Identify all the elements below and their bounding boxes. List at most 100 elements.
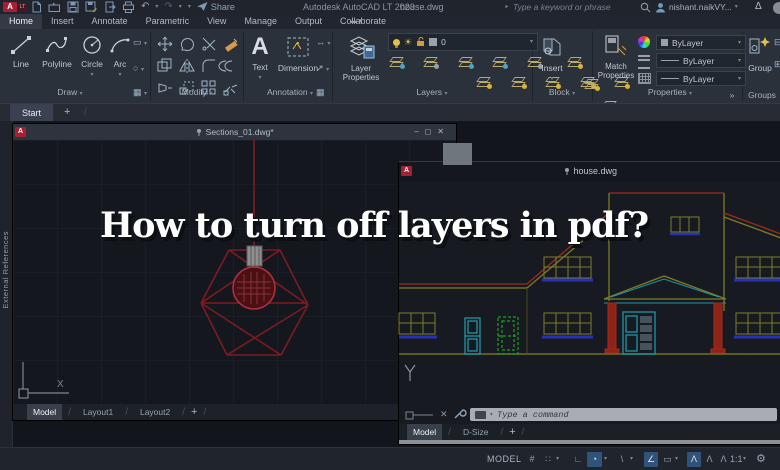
linetype-dropdown[interactable]: ByLayer ▾ (656, 71, 746, 86)
export-icon[interactable] (104, 1, 116, 13)
modify-panel-label[interactable]: Modify ▾ (165, 87, 229, 100)
layer-isolate-tool[interactable] (423, 56, 440, 69)
user-account[interactable]: nishant.naikVY... ▾ (655, 1, 738, 13)
copy-tool-icon[interactable] (157, 58, 173, 74)
tab-view[interactable]: View (198, 14, 235, 29)
new-drawing-tab-button[interactable]: + (64, 106, 70, 118)
redo-button[interactable]: ↷ (164, 1, 172, 13)
erase-tool-icon[interactable] (223, 36, 239, 52)
customize-wrench-icon[interactable] (453, 409, 467, 420)
house-model-tab[interactable]: Model (407, 424, 443, 440)
arc-tool[interactable]: Arc ▾ (108, 35, 132, 81)
pin-icon[interactable] (195, 128, 203, 136)
autodesk-mark-icon[interactable]: Δ (755, 1, 762, 12)
leader-tool[interactable]: ↗ ▾ (316, 63, 329, 76)
layer-thaw-icon[interactable]: ☀ (404, 37, 412, 48)
mirror-tool-icon[interactable] (179, 58, 195, 74)
redo-dropdown-icon[interactable]: ▾ (179, 1, 182, 13)
qat-customize-icon[interactable]: ▾ (188, 1, 191, 13)
isometric-drafting-icon[interactable]: \ (616, 452, 628, 467)
horizontal-scrollbar[interactable] (399, 440, 780, 444)
groups-panel-label[interactable]: Groups (744, 90, 780, 100)
circle-flyout-icon[interactable]: ▾ (78, 69, 106, 81)
tab-output[interactable]: Output (286, 14, 331, 29)
block-panel-label[interactable]: Block ▾ (532, 87, 592, 100)
layer-freeze-tool[interactable] (458, 56, 474, 69)
annotation-visibility-icon[interactable]: Λ (687, 452, 701, 467)
polar-dropdown-icon[interactable]: ▾ (604, 452, 607, 467)
dim-linear-tool[interactable]: ↔ ▾ (316, 37, 331, 50)
group-edit-tool[interactable]: ⊞ (774, 59, 780, 69)
command-input[interactable]: ▾ Type a command (469, 408, 777, 421)
corner-avatar[interactable] (773, 2, 780, 14)
new-layout-button[interactable]: + (509, 426, 515, 438)
match-properties-button[interactable]: Match Properties (597, 34, 635, 80)
undo-button[interactable]: ↶ (141, 1, 149, 13)
save-icon[interactable] (67, 1, 79, 13)
annotation-panel-label[interactable]: Annotation ▾ (252, 87, 328, 100)
tab-insert[interactable]: Insert (42, 14, 83, 29)
snap-dropdown-icon[interactable]: ▾ (556, 452, 559, 467)
create-block-tool[interactable] (567, 56, 583, 69)
ellipse-tool[interactable]: ○ ▾ (133, 63, 144, 76)
search-expand-icon[interactable]: ▸ (505, 1, 508, 13)
layer-lock-tool[interactable] (492, 56, 509, 69)
polyline-tool[interactable]: Polyline (38, 35, 76, 69)
text-tool[interactable]: A Text ▾ (248, 34, 272, 84)
help-search[interactable]: ▸ Type a keyword or phrase (505, 1, 611, 13)
rotate-tool-icon[interactable] (179, 36, 195, 52)
layer-off-tool[interactable] (389, 56, 405, 69)
layers-panel-label[interactable]: Layers ▾ (400, 87, 464, 100)
pin-icon[interactable] (563, 167, 571, 175)
group-button[interactable]: Group (746, 35, 774, 73)
isometric-dropdown-icon[interactable]: ▾ (630, 452, 633, 467)
close-button[interactable]: ✕ (437, 127, 450, 136)
minimize-button[interactable]: – (414, 127, 424, 136)
arc-flyout-icon[interactable]: ▾ (108, 69, 132, 81)
text-flyout-icon[interactable]: ▾ (248, 72, 272, 84)
new-layout-button[interactable]: + (191, 406, 197, 418)
scrollbar-thumb[interactable] (443, 143, 472, 165)
layer-unlock-icon[interactable] (416, 37, 425, 47)
tab-annotate[interactable]: Annotate (83, 14, 137, 29)
sections-window-titlebar[interactable]: A Sections_01.dwg* –◻✕ (13, 124, 456, 140)
ortho-toggle-icon[interactable]: ∟ (572, 452, 584, 467)
annotation-scale-value[interactable]: 1:1 (730, 452, 743, 467)
maximize-button[interactable]: ◻ (425, 127, 438, 136)
layer-on-all-tool[interactable] (476, 76, 493, 89)
sections-drawing-viewport[interactable]: X (13, 140, 456, 404)
layer-unisolate-tool[interactable] (510, 76, 527, 89)
scale-dropdown-icon[interactable]: ▾ (743, 452, 746, 467)
dimension-tool[interactable]: Dimension (276, 35, 320, 73)
new-file-icon[interactable] (30, 1, 42, 13)
properties-panel-label[interactable]: Properties ▾ (630, 87, 710, 100)
annotation-scale-icon[interactable]: Λ (717, 452, 730, 467)
ribbon-display-toggle[interactable]: ▬ ▾ (350, 17, 362, 25)
save-as-icon[interactable] (85, 1, 98, 13)
dynamic-input-icon[interactable]: ▭ (661, 452, 674, 467)
layer-color-swatch[interactable] (429, 38, 438, 46)
d-size-tab[interactable]: D-Size (457, 424, 495, 440)
object-snap-tracking-icon[interactable]: ∠ (644, 452, 658, 467)
tab-manage[interactable]: Manage (235, 14, 286, 29)
layer-dropdown-arrow-icon[interactable]: ▾ (530, 36, 533, 48)
move-tool-icon[interactable] (157, 36, 173, 52)
autocad-logo-icon[interactable]: A (3, 2, 17, 12)
circle-tool[interactable]: Circle ▾ (78, 35, 106, 81)
grid-toggle-icon[interactable]: # (525, 452, 539, 467)
user-dropdown-icon[interactable]: ▾ (735, 1, 738, 13)
layout1-tab[interactable]: Layout1 (77, 404, 119, 420)
properties-expand-icon[interactable]: » (726, 90, 738, 100)
tab-collaborate[interactable]: Collaborate (331, 14, 395, 29)
share-button[interactable]: Share (196, 2, 235, 12)
tab-home[interactable]: Home (0, 14, 43, 29)
object-color-dropdown[interactable]: ByLayer ▾ (656, 35, 746, 50)
insert-block-button[interactable]: Insert ▾ (538, 35, 566, 85)
start-tab[interactable]: Start (10, 104, 54, 122)
dyninput-dropdown-icon[interactable]: ▾ (675, 452, 678, 467)
sections-model-tab[interactable]: Model (27, 404, 63, 420)
print-icon[interactable] (122, 1, 135, 13)
annotation-autoscale-icon[interactable]: Λ (703, 452, 716, 467)
layout2-tab[interactable]: Layout2 (134, 404, 176, 420)
polar-tracking-icon[interactable]: ◔ (587, 452, 602, 467)
